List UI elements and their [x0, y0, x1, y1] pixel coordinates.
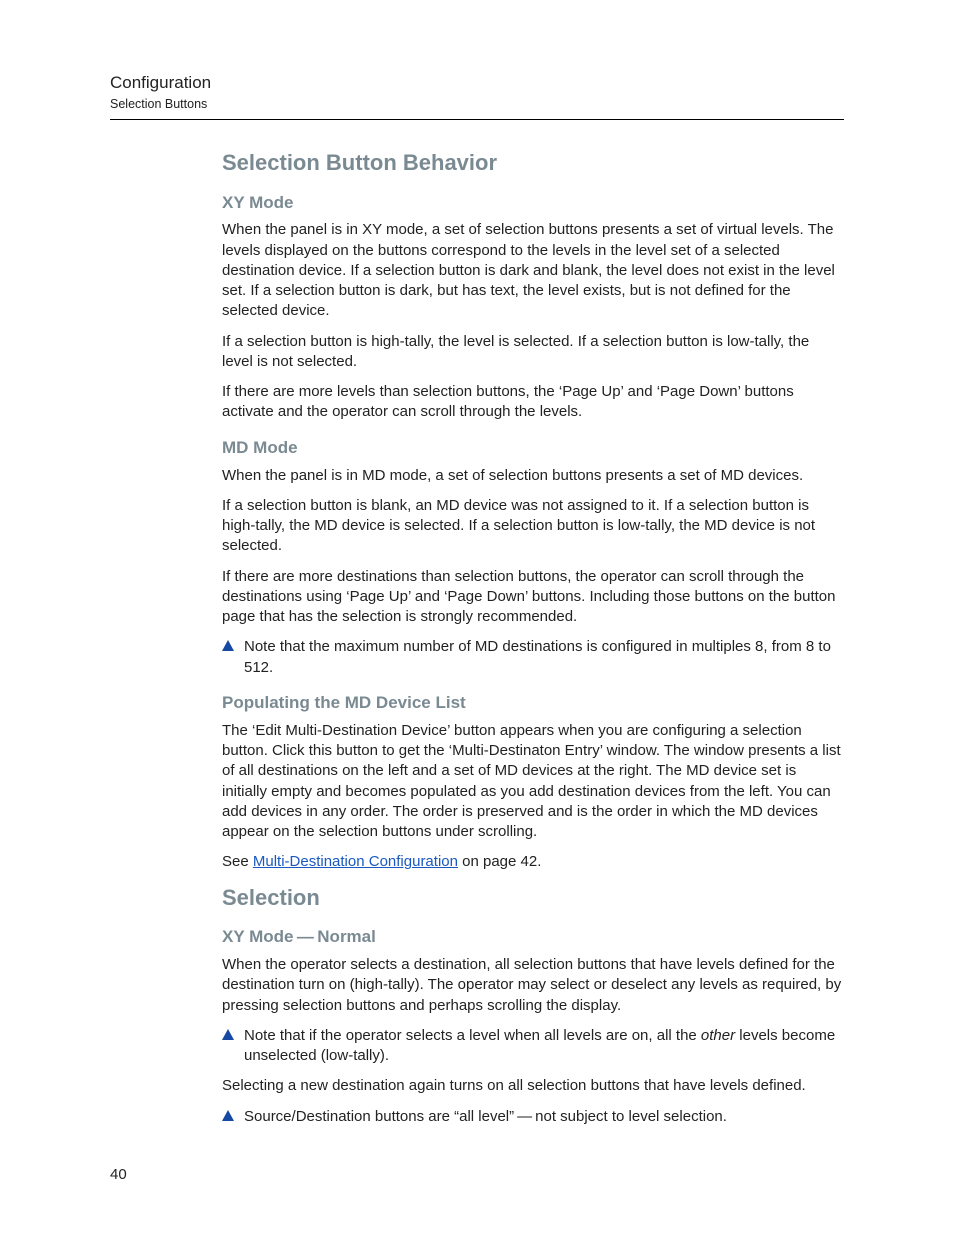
triangle-up-icon [222, 640, 234, 651]
header-rule [110, 119, 844, 120]
see-prefix: See [222, 853, 253, 870]
paragraph: When the operator selects a destination,… [222, 955, 844, 1016]
heading-md-mode: MD Mode [222, 437, 844, 460]
heading-populating-md-list: Populating the MD Device List [222, 692, 844, 715]
paragraph: When the panel is in MD mode, a set of s… [222, 466, 844, 486]
paragraph: If a selection button is high-tally, the… [222, 332, 844, 373]
page-number: 40 [110, 1165, 127, 1185]
note-item: Source/Destination buttons are “all leve… [222, 1107, 844, 1127]
heading-xy-mode: XY Mode [222, 192, 844, 215]
running-header: Configuration Selection Buttons [110, 72, 844, 113]
note-text: Note that if the operator selects a leve… [244, 1026, 844, 1067]
running-header-subtitle: Selection Buttons [110, 96, 844, 113]
paragraph: If there are more destinations than sele… [222, 567, 844, 628]
running-header-title: Configuration [110, 72, 844, 95]
link-multi-destination-configuration[interactable]: Multi-Destination Configuration [253, 853, 458, 870]
see-suffix: on page 42. [458, 853, 541, 870]
note-text-italic: other [701, 1027, 735, 1044]
see-reference: See Multi-Destination Configuration on p… [222, 852, 844, 872]
triangle-up-icon [222, 1029, 234, 1040]
heading-selection-button-behavior: Selection Button Behavior [222, 148, 844, 178]
paragraph: If a selection button is blank, an MD de… [222, 496, 844, 557]
note-text: Note that the maximum number of MD desti… [244, 637, 844, 678]
paragraph: The ‘Edit Multi-Destination Device’ butt… [222, 721, 844, 843]
paragraph: If there are more levels than selection … [222, 382, 844, 423]
paragraph: Selecting a new destination again turns … [222, 1076, 844, 1096]
paragraph: When the panel is in XY mode, a set of s… [222, 220, 844, 321]
page: Configuration Selection Buttons Selectio… [0, 0, 954, 1235]
heading-selection: Selection [222, 883, 844, 913]
note-text: Source/Destination buttons are “all leve… [244, 1107, 844, 1127]
note-item: Note that if the operator selects a leve… [222, 1026, 844, 1067]
heading-xy-mode-normal: XY Mode — Normal [222, 926, 844, 949]
note-text-part: Note that if the operator selects a leve… [244, 1027, 701, 1044]
note-item: Note that the maximum number of MD desti… [222, 637, 844, 678]
content-area: Selection Button Behavior XY Mode When t… [222, 148, 844, 1127]
triangle-up-icon [222, 1110, 234, 1121]
